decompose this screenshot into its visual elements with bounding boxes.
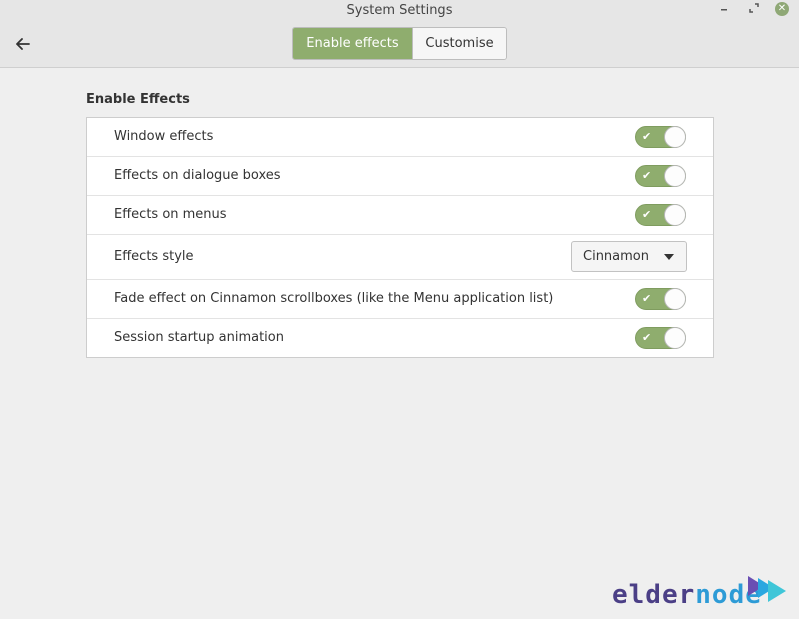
list-item-label: Session startup animation	[114, 330, 284, 345]
minimize-icon	[719, 3, 729, 16]
list-item-label: Fade effect on Cinnamon scrollboxes (lik…	[114, 291, 554, 306]
back-button[interactable]	[12, 33, 34, 55]
list-item-dialogue-effects: Effects on dialogue boxes ✔	[87, 157, 713, 196]
check-icon: ✔	[642, 169, 652, 182]
switch-knob	[664, 126, 686, 148]
maximize-button[interactable]	[745, 0, 763, 18]
dialogue-effects-switch[interactable]: ✔	[635, 165, 686, 187]
list-item-label: Effects on dialogue boxes	[114, 168, 281, 183]
check-icon: ✔	[642, 130, 652, 143]
switch-knob	[664, 288, 686, 310]
logo-text: eldernode	[612, 580, 762, 610]
maximize-icon	[749, 2, 759, 16]
window-effects-switch[interactable]: ✔	[635, 126, 686, 148]
switch-knob	[664, 327, 686, 349]
list-item-menu-effects: Effects on menus ✔	[87, 196, 713, 235]
list-item-window-effects: Window effects ✔	[87, 118, 713, 157]
check-icon: ✔	[642, 331, 652, 344]
effects-style-dropdown[interactable]: Cinnamon	[571, 241, 687, 272]
list-item-startup-animation: Session startup animation ✔	[87, 319, 713, 357]
eldernode-logo: eldernode	[612, 574, 788, 610]
arrow-left-icon	[16, 35, 30, 54]
close-icon: ✕	[775, 2, 789, 16]
tab-customise[interactable]: Customise	[412, 28, 506, 59]
list-item-label: Effects style	[114, 249, 194, 264]
check-icon: ✔	[642, 208, 652, 221]
list-item-label: Window effects	[114, 129, 214, 144]
list-item-label: Effects on menus	[114, 207, 227, 222]
switch-knob	[664, 204, 686, 226]
check-icon: ✔	[642, 292, 652, 305]
tab-enable-effects[interactable]: Enable effects	[293, 28, 412, 59]
stack-switcher: Enable effects Customise	[292, 27, 507, 60]
minimize-button[interactable]	[715, 0, 733, 18]
dropdown-arrow-icon	[664, 254, 674, 260]
startup-animation-switch[interactable]: ✔	[635, 327, 686, 349]
header-bar: System Settings ✕ Enable effects Customi…	[0, 0, 799, 68]
section-title: Enable Effects	[86, 92, 190, 107]
window-title: System Settings	[346, 3, 453, 18]
settings-list: Window effects ✔ Effects on dialogue box…	[86, 117, 714, 358]
list-item-fade-effect: Fade effect on Cinnamon scrollboxes (lik…	[87, 280, 713, 319]
list-item-effects-style: Effects style Cinnamon	[87, 235, 713, 280]
logo-text-elder: elder	[612, 580, 696, 610]
menu-effects-switch[interactable]: ✔	[635, 204, 686, 226]
play-arrows-icon	[748, 576, 786, 602]
close-button[interactable]: ✕	[773, 0, 791, 18]
dropdown-value: Cinnamon	[583, 249, 649, 264]
fade-effect-switch[interactable]: ✔	[635, 288, 686, 310]
switch-knob	[664, 165, 686, 187]
